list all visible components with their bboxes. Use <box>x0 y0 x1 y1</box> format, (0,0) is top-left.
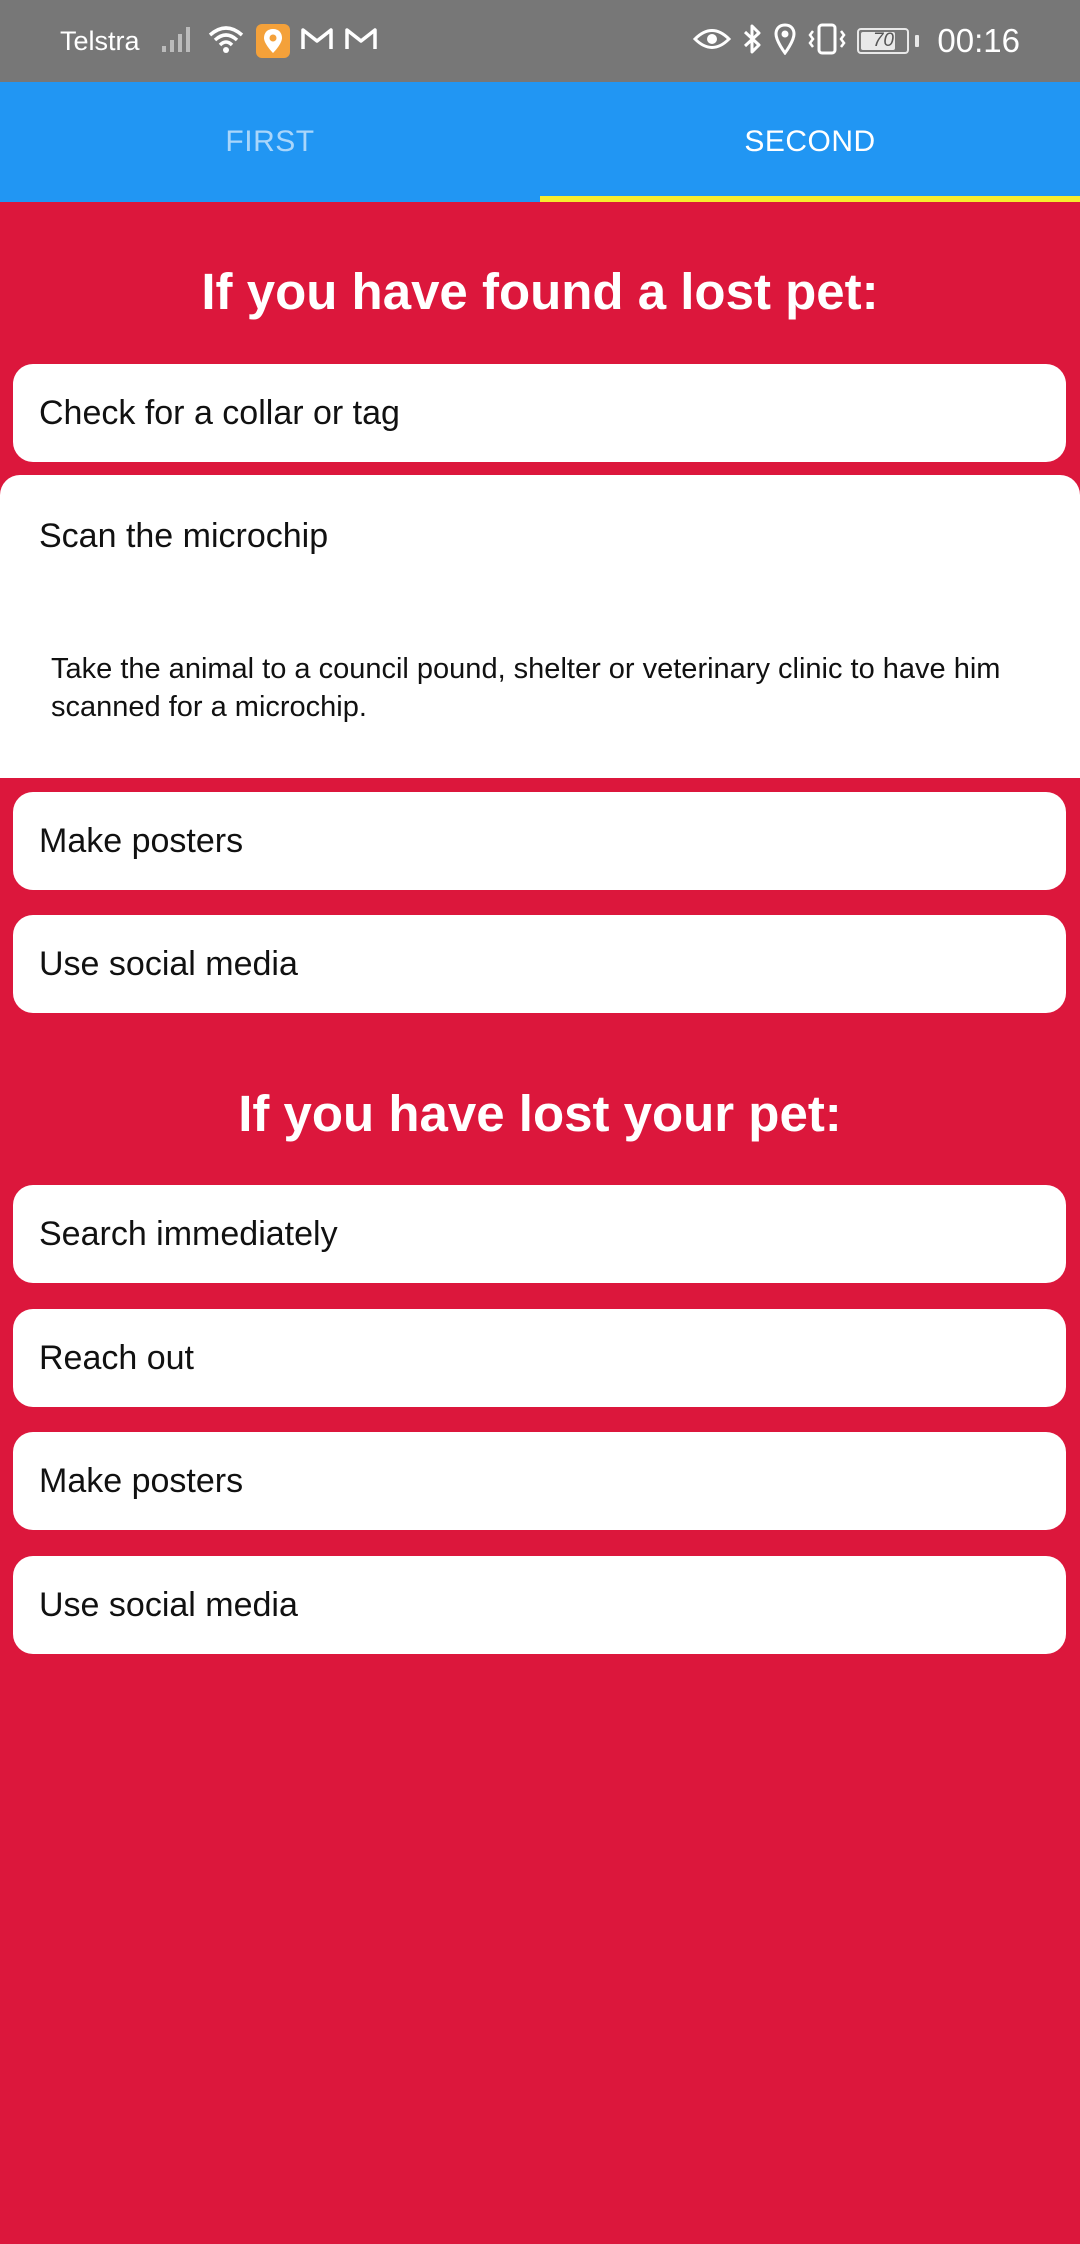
lost-item-social-media[interactable]: Use social media <box>13 1556 1066 1654</box>
selected-tab-indicator <box>540 196 1080 202</box>
location-icon <box>773 22 797 60</box>
tab-first[interactable]: FIRST <box>0 82 540 202</box>
eye-icon <box>693 26 732 57</box>
battery-level: 70 <box>872 30 894 51</box>
signal-icon <box>160 24 196 59</box>
status-left: Telstra <box>60 0 388 82</box>
tab-second-label: SECOND <box>744 125 876 158</box>
lost-item-posters[interactable]: Make posters <box>13 1432 1066 1530</box>
status-right: 70 00:16 <box>693 0 1020 82</box>
found-item-social-media[interactable]: Use social media <box>13 915 1066 1013</box>
item-label: Reach out <box>39 1338 194 1377</box>
lost-section-title: If you have lost your pet: <box>238 1085 842 1142</box>
battery-icon: 70 <box>857 28 910 54</box>
status-bar: Telstra 70 00:16 <box>0 0 1080 82</box>
item-label: Check for a collar or tag <box>39 393 400 432</box>
tab-bar: FIRST SECOND <box>0 82 1080 202</box>
item-label: Search immediately <box>39 1214 338 1253</box>
found-item-collar[interactable]: Check for a collar or tag <box>13 364 1066 462</box>
found-section-title: If you have found a lost pet: <box>201 263 879 320</box>
item-label: Use social media <box>39 944 298 983</box>
item-description: Take the animal to a council pound, shel… <box>51 653 1001 723</box>
lost-item-reach-out[interactable]: Reach out <box>13 1309 1066 1407</box>
found-item-posters[interactable]: Make posters <box>13 792 1066 890</box>
item-label: Scan the microchip <box>39 517 329 555</box>
bluetooth-icon <box>741 23 763 60</box>
item-label: Use social media <box>39 1585 298 1624</box>
found-item-microchip-expanded[interactable]: Scan the microchip Take the animal to a … <box>0 475 1080 778</box>
carrier-name: Telstra <box>60 25 140 56</box>
lost-item-search[interactable]: Search immediately <box>13 1185 1066 1283</box>
vibrate-icon <box>807 23 847 60</box>
gmail-icon <box>300 26 334 57</box>
battery-tip <box>915 35 920 47</box>
tab-first-label: FIRST <box>225 125 315 158</box>
item-label: Make posters <box>39 1461 244 1500</box>
tab-second[interactable]: SECOND <box>540 82 1080 202</box>
item-label: Make posters <box>39 821 244 860</box>
gmail-icon <box>344 26 378 57</box>
wifi-icon <box>206 23 246 60</box>
maps-notification-icon <box>255 24 290 58</box>
clock: 00:16 <box>937 22 1020 59</box>
